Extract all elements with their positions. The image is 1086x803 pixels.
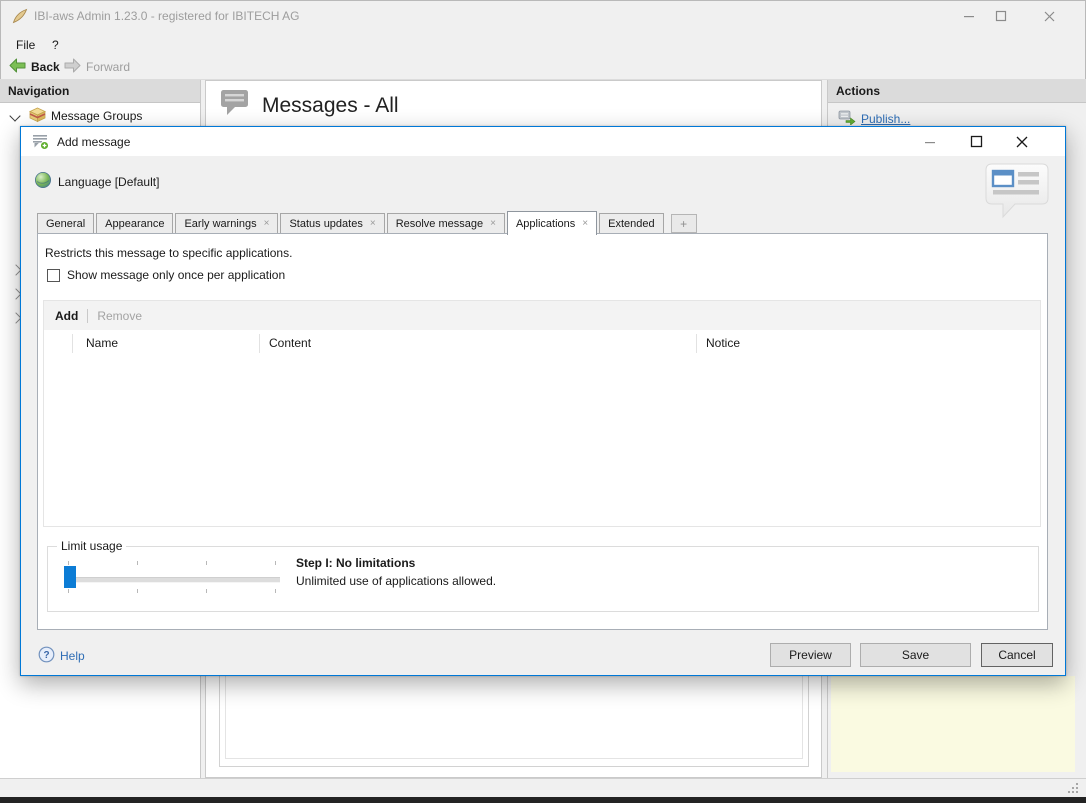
once-per-application-checkbox[interactable] [47,269,60,282]
tab-description: Restricts this message to specific appli… [45,246,292,260]
add-message-dialog: Add message Language [Default] General A… [20,126,1066,676]
limit-usage-slider-track[interactable] [66,577,280,583]
chevron-down-icon[interactable] [9,110,20,121]
column-header-name[interactable]: Name [86,336,118,350]
applications-table-header: Name Content Notice [44,330,1040,357]
menu-file[interactable]: File [10,35,41,54]
dialog-minimize-button[interactable] [911,127,949,156]
column-separator[interactable] [259,334,260,353]
messages-bubble-icon [220,89,250,120]
dialog-tab-strip: General Appearance Early warnings× Statu… [37,211,697,234]
close-button[interactable] [1034,0,1064,32]
tree-item-label: Message Groups [51,109,142,123]
cancel-button[interactable]: Cancel [981,643,1053,667]
add-application-button[interactable]: Add [55,309,78,323]
dialog-close-button[interactable] [1003,127,1041,156]
notes-preview-box [831,676,1075,772]
window-title: IBI-aws Admin 1.23.0 - registered for IB… [34,9,299,23]
dialog-maximize-button[interactable] [957,127,995,156]
dialog-titlebar: Add message [21,127,1065,156]
save-button[interactable]: Save [860,643,971,667]
menu-help[interactable]: ? [46,35,65,54]
status-bar [0,778,1086,797]
preview-button[interactable]: Preview [770,643,851,667]
applications-list-toolbar: Add Remove [44,301,1040,330]
message-groups-icon [29,107,46,126]
actions-header: Actions [828,80,1086,103]
window-bottom-edge [0,797,1086,803]
tab-close-icon[interactable]: × [264,219,270,229]
app-icon [12,8,28,27]
limit-usage-step-description: Unlimited use of applications allowed. [296,574,496,588]
tab-appearance[interactable]: Appearance [96,213,173,234]
forward-button[interactable]: Forward [60,57,134,77]
help-icon: ? [38,646,55,666]
checkbox-label: Show message only once per application [67,268,285,282]
limit-usage-slider-thumb[interactable] [64,566,76,588]
globe-icon [34,171,52,192]
slider-tick [68,589,69,593]
language-selector[interactable]: Language [Default] [34,171,159,192]
add-message-icon [32,133,49,153]
page-title: Messages - All [262,94,399,118]
message-artwork-icon [985,163,1051,224]
limit-usage-groupbox: Limit usage Step I: No limitations Unlim… [47,546,1039,612]
column-separator[interactable] [72,334,73,353]
tab-close-icon[interactable]: × [582,219,588,229]
screen: IBI-aws Admin 1.23.0 - registered for IB… [0,0,1086,803]
remove-application-button[interactable]: Remove [97,309,142,323]
resize-grip[interactable] [1068,783,1079,797]
tab-status-updates[interactable]: Status updates× [280,213,384,234]
slider-tick [137,561,138,565]
forward-arrow-icon [64,58,81,76]
tab-extended[interactable]: Extended [599,213,663,234]
help-link[interactable]: ? Help [38,646,85,666]
back-arrow-icon [9,58,26,76]
menu-bar: File ? [0,32,1086,56]
add-tab-button[interactable]: + [671,214,697,233]
language-label: Language [Default] [58,175,159,189]
nav-toolbar: Back Forward [0,56,1086,80]
column-separator[interactable] [696,334,697,353]
once-per-application-option: Show message only once per application [47,268,285,282]
column-header-notice[interactable]: Notice [706,336,740,350]
dialog-title: Add message [57,135,130,149]
navigation-header: Navigation [0,80,200,103]
svg-text:?: ? [43,650,49,661]
slider-tick [206,561,207,565]
back-button[interactable]: Back [5,57,64,77]
slider-tick [206,589,207,593]
tab-resolve-message[interactable]: Resolve message× [387,213,505,234]
tab-close-icon[interactable]: × [490,219,496,229]
slider-tick [137,589,138,593]
limit-usage-step-title: Step I: No limitations [296,556,415,570]
main-titlebar: IBI-aws Admin 1.23.0 - registered for IB… [0,0,1086,32]
tab-general[interactable]: General [37,213,94,234]
applications-tab-page: Restricts this message to specific appli… [37,233,1048,630]
tab-early-warnings[interactable]: Early warnings× [175,213,278,234]
slider-tick [68,561,69,565]
tab-close-icon[interactable]: × [370,219,376,229]
maximize-button[interactable] [986,0,1016,32]
toolbar-separator [87,309,88,323]
column-header-content[interactable]: Content [269,336,311,350]
slider-tick [275,561,276,565]
minimize-button[interactable] [954,0,984,32]
slider-tick [275,589,276,593]
limit-usage-legend: Limit usage [57,539,126,553]
tree-item-message-groups[interactable]: Message Groups [0,106,200,126]
applications-list: Add Remove Name Content Notice [43,300,1041,527]
tab-applications[interactable]: Applications× [507,211,597,235]
